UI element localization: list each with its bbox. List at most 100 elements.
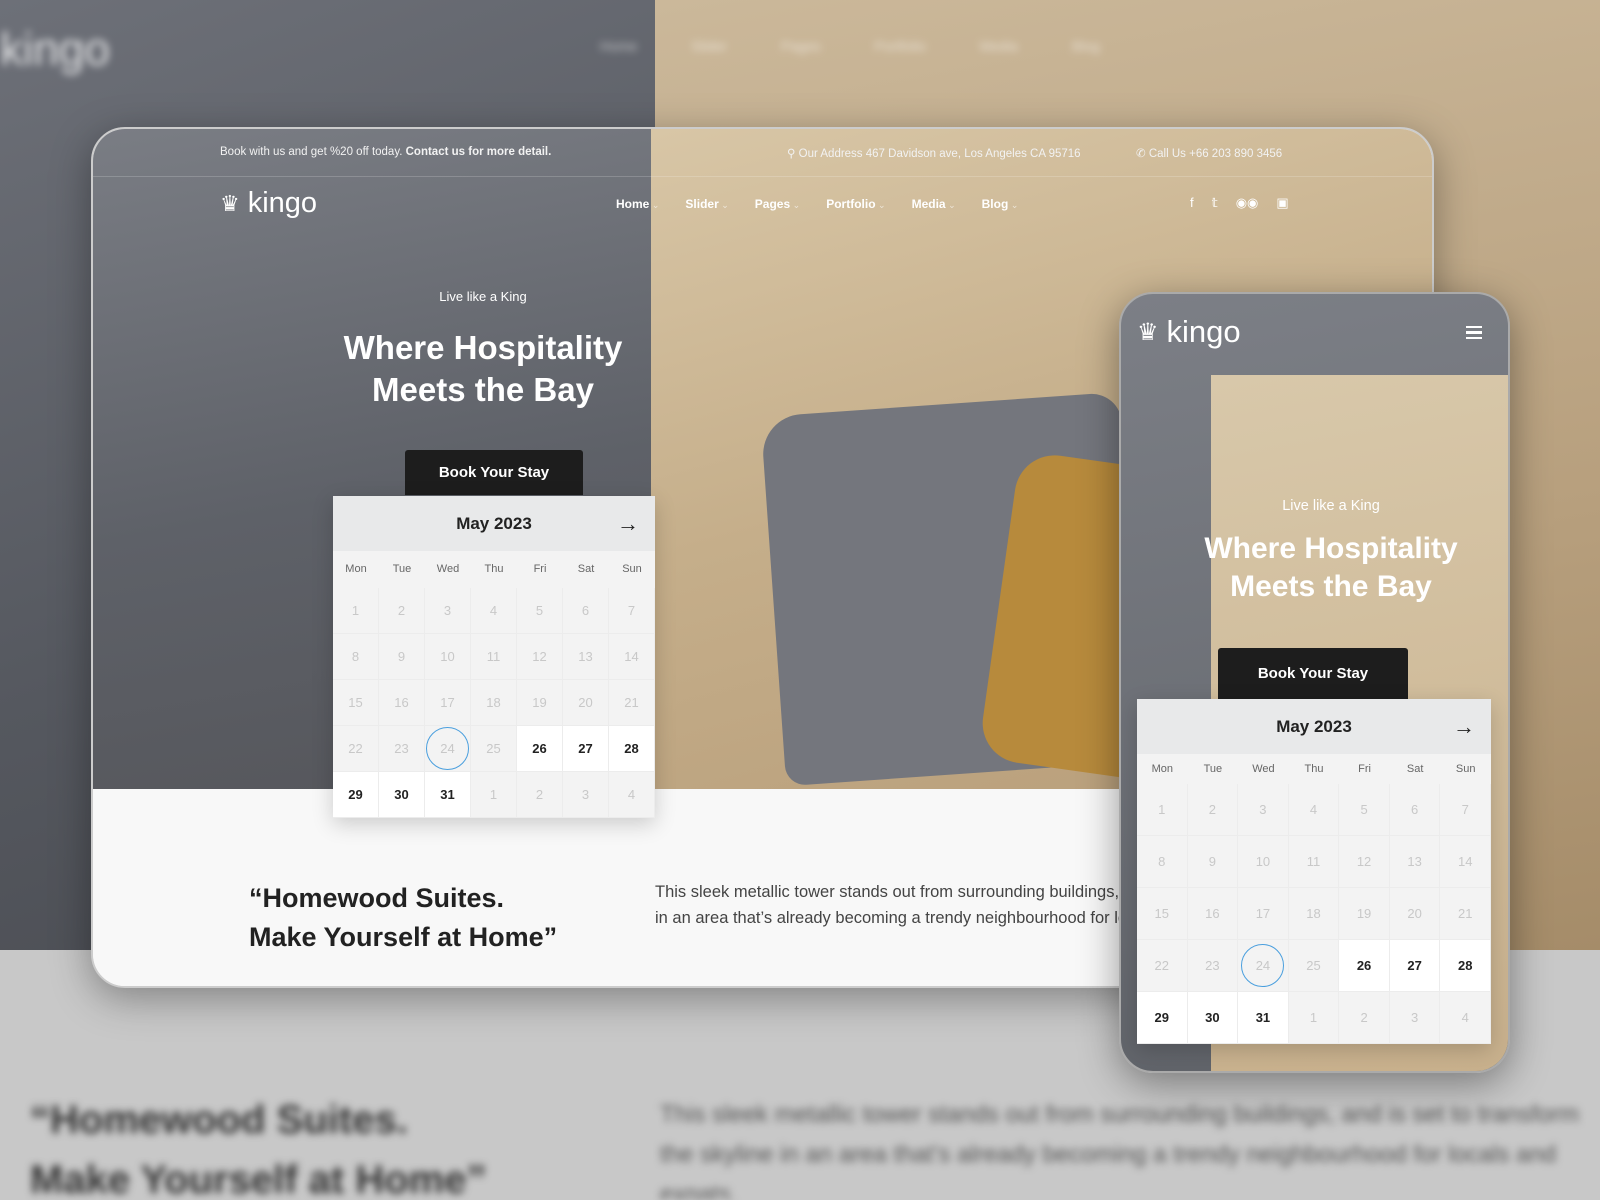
facebook-icon[interactable]: f [1190,195,1194,211]
calendar-day: 8 [333,634,379,680]
intro-quote: “Homewood Suites. Make Yourself at Home” [249,883,558,952]
phone: ✆ Call Us +66 203 890 3456 [1136,148,1283,160]
calendar-day: 13 [563,634,609,680]
nav-portfolio[interactable]: Portfolio [826,197,885,211]
nav-blog[interactable]: Blog [982,197,1019,211]
promo-text: Book with us and get %20 off today. Cont… [220,146,552,158]
mobile-hero-tagline: Live like a King [1282,498,1380,514]
calendar-day: 4 [609,772,655,818]
calendar-day: 4 [1288,784,1340,836]
weekday-label: Tue [1203,763,1223,775]
calendar-day: 3 [1389,992,1441,1044]
contact-link[interactable]: Contact us for more detail. [406,146,552,158]
calendar-day: 5 [517,588,563,634]
calendar-day: 1 [1288,992,1340,1044]
calendar-day: 14 [609,634,655,680]
calendar-day: 15 [333,680,379,726]
calendar-day: 24 [425,726,471,772]
calendar-day[interactable]: 30 [1187,992,1239,1044]
weekday-label: Mon [345,563,367,575]
calendar-day: 10 [1238,836,1289,888]
background-body: This sleek metallic tower stands out fro… [660,1101,1580,1200]
nav-pages[interactable]: Pages [755,197,800,211]
mobile-book-your-stay-button[interactable]: Book Your Stay [1218,648,1408,699]
hero-tagline: Live like a King [439,289,527,304]
calendar-month: May 2023 [1276,716,1352,736]
calendar-day: 15 [1137,888,1188,940]
crown-icon: ♛ [1137,318,1159,346]
calendar-day: 3 [563,772,609,818]
calendar-day: 14 [1440,836,1491,888]
weekday-label: Sun [1455,763,1476,775]
calendar-day: 19 [517,680,563,726]
calendar-day: 18 [471,680,517,726]
calendar-day: 17 [1238,888,1289,940]
calendar-day[interactable]: 27 [563,726,609,772]
calendar-day[interactable]: 29 [1137,992,1188,1044]
calendar-day[interactable]: 30 [379,772,425,818]
crown-icon: ♛ [220,190,240,216]
mobile-header: ♛ kingo [1121,294,1508,375]
calendar-day: 16 [379,680,425,726]
mobile-preview: ♛ kingo Live like a King Where Hospitalit… [1119,292,1510,1073]
calendar-day: 21 [609,680,655,726]
address: ⚲ Our Address 467 Davidson ave, Los Ange… [787,148,1081,160]
calendar-day[interactable]: 31 [1238,992,1289,1044]
social-links: f 𝕥 ◉◉ ▣ [1190,195,1289,211]
calendar-day: 3 [425,588,471,634]
book-your-stay-button[interactable]: Book Your Stay [405,450,583,495]
phone-icon: ✆ [1136,148,1146,160]
calendar-day[interactable]: 29 [333,772,379,818]
weekday-label: Sat [577,563,595,575]
tripadvisor-icon[interactable]: ◉◉ [1236,195,1259,211]
next-month-arrow-icon[interactable]: → [1453,714,1475,740]
nav-slider[interactable]: Slider [685,197,728,211]
weekday-label: Fri [1358,763,1371,775]
calendar-day: 4 [1440,992,1491,1044]
calendar-day[interactable]: 28 [1440,940,1491,992]
instagram-icon[interactable]: ▣ [1276,195,1288,211]
mobile-logo[interactable]: ♛ kingo [1137,314,1241,350]
calendar-day: 4 [471,588,517,634]
calendar-day: 8 [1137,836,1188,888]
calendar-day: 21 [1440,888,1491,940]
calendar-day: 1 [1137,784,1188,836]
hero-title: Where Hospitality Meets the Bay [343,329,623,408]
calendar-day: 6 [563,588,609,634]
twitter-icon[interactable]: 𝕥 [1212,195,1218,211]
calendar-day[interactable]: 27 [1389,940,1441,992]
background-nav: Home Slider Pages Portfolio Media Blog [600,38,1100,54]
next-month-arrow-icon[interactable]: → [617,511,639,537]
calendar-day: 2 [1187,784,1239,836]
calendar-day[interactable]: 26 [1339,940,1390,992]
calendar-day: 2 [1339,992,1390,1044]
calendar-day: 12 [517,634,563,680]
weekday-label: Tue [392,563,412,575]
calendar-day: 17 [425,680,471,726]
calendar-day: 2 [379,588,425,634]
calendar-day: 9 [379,634,425,680]
calendar-day: 23 [379,726,425,772]
weekday-label: Sat [1406,763,1424,775]
nav-media[interactable]: Media [912,197,956,211]
map-pin-icon: ⚲ [787,148,796,160]
calendar-day: 1 [471,772,517,818]
background-quote: “Homewood Suites. Make Yourself at Home” [30,1098,487,1200]
nav-home[interactable]: Home [616,197,659,211]
calendar-day: 7 [609,588,655,634]
weekday-label: Thu [1304,763,1324,775]
logo[interactable]: ♛ kingo [220,187,317,220]
calendar-day: 10 [425,634,471,680]
calendar-day: 25 [471,726,517,772]
hamburger-menu-icon[interactable] [1466,326,1482,339]
top-bar: Book with us and get %20 off today. Cont… [93,129,1432,177]
calendar-day: 7 [1440,784,1491,836]
calendar-day: 13 [1389,836,1441,888]
calendar-day[interactable]: 28 [609,726,655,772]
calendar-day: 23 [1187,940,1239,992]
calendar-day[interactable]: 31 [425,772,471,818]
calendar-day[interactable]: 26 [517,726,563,772]
calendar-day: 16 [1187,888,1239,940]
calendar-header: May 2023 → [1137,699,1491,754]
booking-calendar: May 2023 → Mon Tue Wed Thu Fri Sat Sun 1 2 3 4 5 6 7 8 9 1… [333,496,655,818]
